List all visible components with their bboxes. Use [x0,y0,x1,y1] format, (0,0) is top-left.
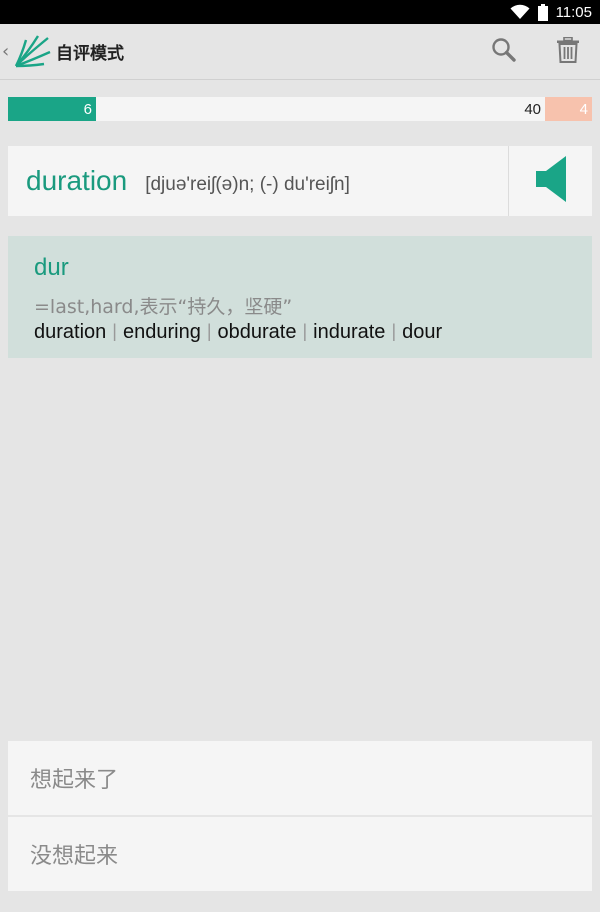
wifi-icon [510,4,530,20]
trash-icon [557,36,579,67]
page-title: 自评模式 [56,44,124,64]
root-example-separator: | [391,321,397,341]
progress-unknown-count: 4 [579,100,588,118]
action-bar: ‹ 自评模式 [0,24,600,80]
home-up-button[interactable]: ‹ 自评模式 [2,24,124,80]
progress-known-count: 6 [83,100,92,118]
speaker-icon [535,156,566,206]
progress-remaining-segment: 40 [96,97,545,121]
remembered-button[interactable]: 想起来了 [8,741,592,815]
forgot-label: 没想起来 [30,844,119,869]
status-time: 11:05 [555,3,592,21]
search-button[interactable] [472,24,536,80]
root-examples: duration | enduring | obdurate | indurat… [34,321,566,344]
leaf-logo-icon [12,32,52,72]
word-text: duration [26,165,128,196]
root-name: dur [34,254,69,281]
progress-unknown-segment: 4 [545,97,592,121]
root-example: dour [402,321,443,343]
progress-known-segment: 6 [8,97,96,121]
progress-bar: 6 40 4 [8,97,592,121]
root-example: obdurate [217,321,297,343]
progress-total-count: 40 [524,100,541,118]
forgot-button[interactable]: 没想起来 [8,817,592,891]
word-header: duration [djuə'reiʃ(ə)n; (-) du'reiʃn] [8,165,508,197]
root-example-separator: | [302,321,308,341]
pronounce-button[interactable] [508,146,592,216]
root-example-separator: | [112,321,117,341]
root-meaning: =last,hard,表示“持久，坚硬” [34,296,293,318]
status-bar: 11:05 [0,0,600,24]
search-icon [491,37,517,67]
remembered-label: 想起来了 [30,768,119,793]
delete-button[interactable] [536,24,600,80]
root-example: enduring [122,321,201,343]
word-card: duration [djuə'reiʃ(ə)n; (-) du'reiʃn] [8,146,592,216]
battery-icon [537,3,548,21]
word-phonetic: [djuə'reiʃ(ə)n; (-) du'reiʃn] [145,174,350,195]
root-example: indurate [313,321,386,343]
root-card: dur =last,hard,表示“持久，坚硬” duration | endu… [8,236,592,358]
root-example: duration [34,321,107,343]
root-example-separator: | [206,321,212,341]
chevron-left-icon: ‹ [2,41,10,62]
